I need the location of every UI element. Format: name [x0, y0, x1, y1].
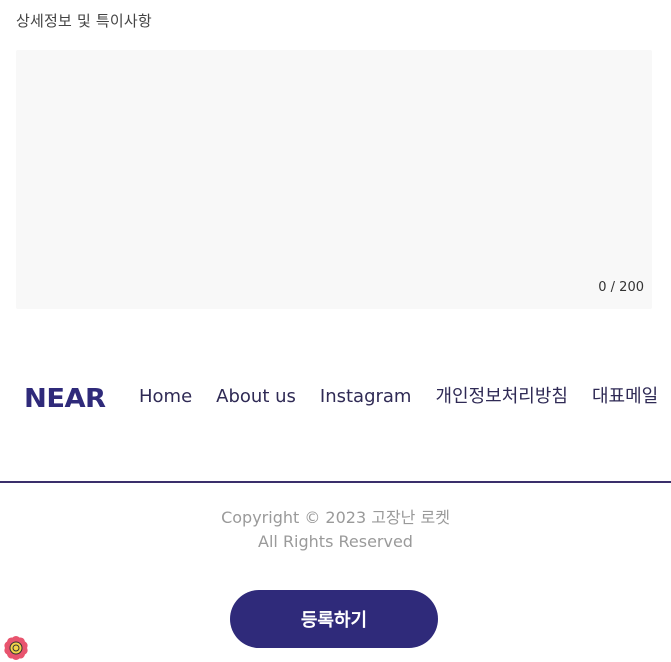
nav-privacy-link[interactable]: 개인정보처리방침 [435, 385, 567, 409]
nav-email-link[interactable]: 대표메일 [592, 385, 658, 409]
copyright-line: Copyright © 2023 고장난 로켓 [221, 508, 450, 527]
nav-home-link[interactable]: Home [139, 385, 192, 409]
char-counter: 0 / 200 [598, 280, 644, 295]
copyright: Copyright © 2023 고장난 로켓 All Rights Reser… [0, 506, 671, 554]
nav-instagram-link[interactable]: Instagram [320, 385, 412, 409]
submit-button[interactable]: 등록하기 [230, 590, 438, 648]
near-logo[interactable]: NEAR [24, 384, 106, 414]
details-textarea[interactable]: 0 / 200 [16, 50, 652, 309]
details-label: 상세정보 및 특이사항 [16, 12, 152, 30]
footer-divider [0, 481, 671, 483]
rights-line: All Rights Reserved [258, 532, 413, 551]
nav-about-link[interactable]: About us [216, 385, 296, 409]
footer-nav: NEAR Home About us Instagram 개인정보처리방침 대표… [0, 380, 671, 480]
footer-links: Home About us Instagram 개인정보처리방침 대표메일 [139, 385, 659, 409]
